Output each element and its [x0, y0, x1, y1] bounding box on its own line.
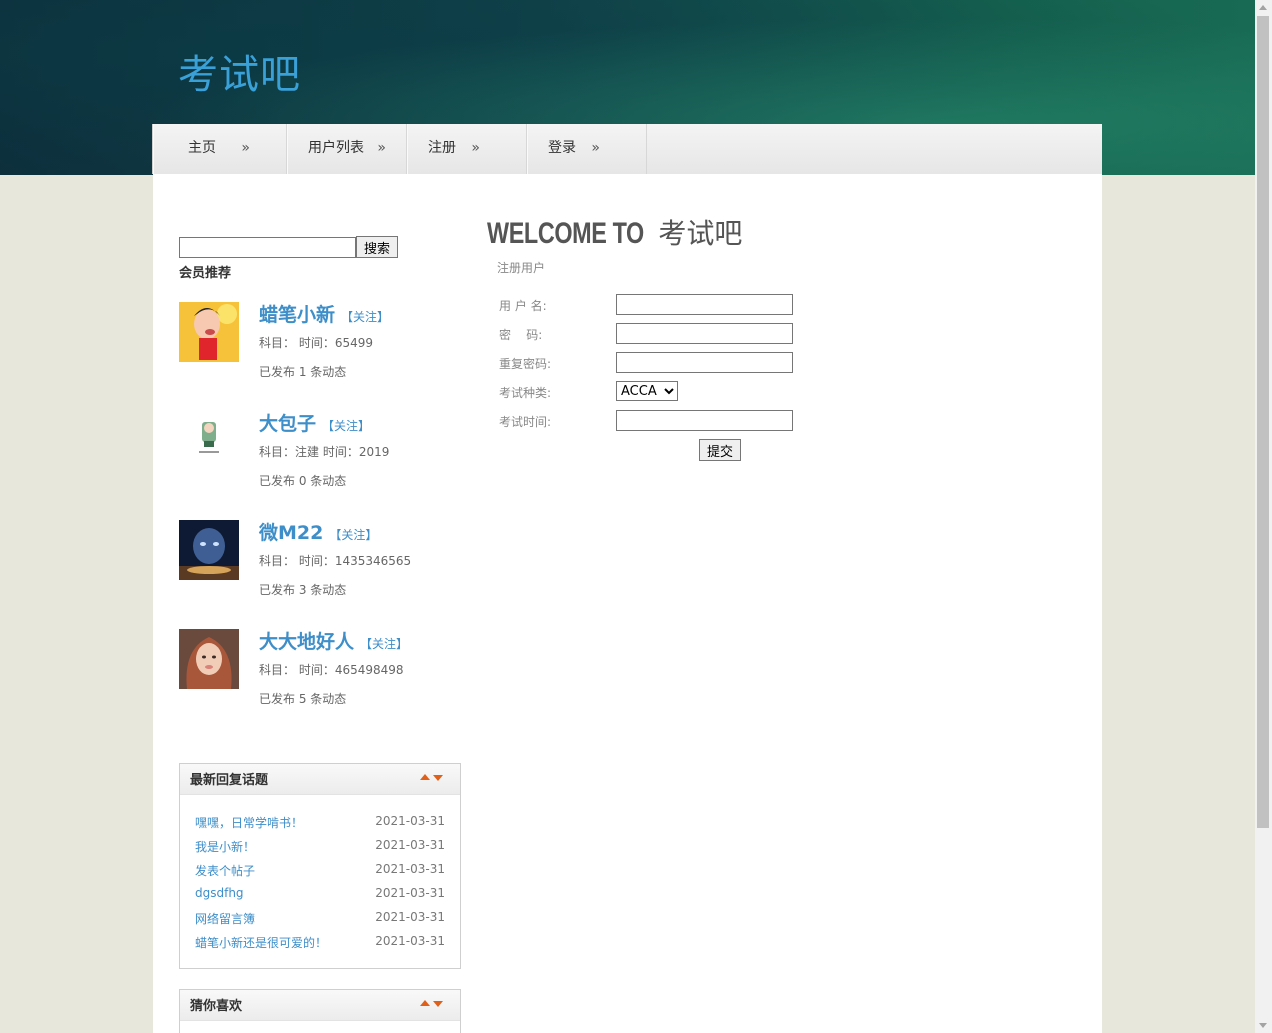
- member-info: 科目：注建 时间：2019: [259, 445, 390, 459]
- repeat-password-label: 重复密码:: [499, 357, 552, 371]
- topic-date: 2021-03-31: [375, 934, 445, 948]
- topic-link[interactable]: 发表个帖子: [195, 862, 255, 879]
- avatar[interactable]: [179, 302, 239, 362]
- exam-time-label: 考试时间:: [499, 415, 552, 429]
- scroll-thumb[interactable]: [1257, 16, 1269, 828]
- follow-button[interactable]: 【关注】: [360, 637, 408, 651]
- avatar-woman-portrait-image: [179, 629, 239, 689]
- member-posts: 已发布 0 条动态: [259, 474, 347, 488]
- box-toggle[interactable]: [420, 773, 446, 783]
- expand-down-icon[interactable]: [433, 1001, 443, 1007]
- collapse-up-icon[interactable]: [420, 774, 430, 780]
- box-toggle[interactable]: [420, 999, 446, 1009]
- scrollbar[interactable]: [1255, 0, 1272, 1033]
- username-label: 用 户 名:: [499, 299, 547, 313]
- nav-item-label: 用户列表: [308, 140, 364, 156]
- member-name: 大大地好人: [259, 631, 355, 653]
- list-item: 蜡笔小新还是很可爱的！ 2021-03-31: [195, 934, 445, 954]
- follow-button[interactable]: 【关注】: [329, 528, 377, 542]
- avatar[interactable]: [179, 629, 239, 689]
- follow-button[interactable]: 【关注】: [322, 419, 370, 433]
- member-posts: 已发布 3 条动态: [259, 583, 347, 597]
- member-name: 大包子: [259, 413, 317, 435]
- list-item: 网络留言簿 2021-03-31: [195, 910, 445, 930]
- member-name: 微M22: [259, 522, 324, 544]
- nav-item-label: 注册: [428, 140, 456, 156]
- scroll-down-icon[interactable]: [1259, 1023, 1267, 1028]
- exam-time-input[interactable]: [616, 410, 793, 431]
- collapse-up-icon[interactable]: [420, 1000, 430, 1006]
- list-item: 嘿嘿，日常学啃书！ 2021-03-31: [195, 814, 445, 834]
- nav-arrow-icon: »: [377, 140, 386, 156]
- repeat-password-input[interactable]: [616, 352, 793, 373]
- nav-item-label: 登录: [548, 140, 576, 156]
- nav-item-login[interactable]: 登录 »: [527, 124, 647, 174]
- member-card: 大包子 【关注】 科目：注建 时间：2019 已发布 0 条动态: [179, 411, 469, 511]
- welcome-site-name: 考试吧: [658, 217, 743, 250]
- nav-item-register[interactable]: 注册 »: [407, 124, 527, 174]
- topic-link[interactable]: 我是小新！: [195, 838, 255, 855]
- search-input[interactable]: [179, 237, 356, 258]
- topic-link[interactable]: 蜡笔小新还是很可爱的！: [195, 934, 327, 951]
- nav-item-label: 主页: [188, 140, 216, 156]
- member-posts: 已发布 1 条动态: [259, 365, 347, 379]
- member-info: 科目： 时间：1435346565: [259, 554, 412, 568]
- topic-date: 2021-03-31: [375, 838, 445, 852]
- topic-date: 2021-03-31: [375, 862, 445, 876]
- avatar[interactable]: [179, 411, 239, 471]
- nav-arrow-icon: »: [241, 140, 250, 156]
- member-info: 科目： 时间：65499: [259, 336, 373, 350]
- topic-link[interactable]: 嘿嘿，日常学啃书！: [195, 814, 303, 831]
- member-name-link[interactable]: 微M22 【关注】: [259, 518, 377, 545]
- password-input[interactable]: [616, 323, 793, 344]
- list-item: 我是小新！ 2021-03-31: [195, 838, 445, 858]
- username-input[interactable]: [616, 294, 793, 315]
- avatar-dark-portrait-image: [179, 520, 239, 580]
- member-card: 大大地好人 【关注】 科目： 时间：465498498 已发布 5 条动态: [179, 629, 469, 729]
- topic-date: 2021-03-31: [375, 814, 445, 828]
- scroll-up-icon[interactable]: [1259, 5, 1267, 10]
- box-header: 猜你喜欢: [180, 990, 460, 1021]
- nav-item-user-list[interactable]: 用户列表 »: [287, 124, 407, 174]
- site-logo[interactable]: 考试吧: [178, 42, 301, 100]
- member-info: 科目： 时间：465498498: [259, 663, 404, 677]
- page-title: WELCOME TO 考试吧: [487, 212, 742, 252]
- member-posts: 已发布 5 条动态: [259, 692, 347, 706]
- nav-arrow-icon: »: [471, 140, 480, 156]
- submit-button[interactable]: 提交: [699, 439, 741, 461]
- topic-date: 2021-03-31: [375, 910, 445, 924]
- box-title: 猜你喜欢: [190, 999, 243, 1014]
- follow-button[interactable]: 【关注】: [341, 310, 389, 324]
- member-name-link[interactable]: 蜡笔小新 【关注】: [259, 300, 389, 327]
- member-card: 微M22 【关注】 科目： 时间：1435346565 已发布 3 条动态: [179, 520, 469, 620]
- form-subtitle: 注册用户: [497, 261, 546, 275]
- exam-type-select[interactable]: ACCA: [616, 381, 678, 401]
- member-name-link[interactable]: 大大地好人 【关注】: [259, 627, 408, 654]
- member-card: 蜡笔小新 【关注】 科目： 时间：65499 已发布 1 条动态: [179, 302, 469, 402]
- nav-item-home[interactable]: 主页 »: [153, 124, 287, 174]
- member-name: 蜡笔小新: [259, 304, 336, 326]
- expand-down-icon[interactable]: [433, 775, 443, 781]
- avatar-small-figure-image: [179, 411, 239, 471]
- avatar-crayon-shin-chan-image: [179, 302, 239, 362]
- list-item: dgsdfhg 2021-03-31: [195, 886, 445, 906]
- list-item: 发表个帖子 2021-03-31: [195, 862, 445, 882]
- box-title: 最新回复话题: [190, 773, 269, 788]
- topic-link[interactable]: 网络留言簿: [195, 910, 255, 927]
- main-nav: 主页 » 用户列表 » 注册 » 登录 »: [152, 124, 1102, 174]
- topic-date: 2021-03-31: [375, 886, 445, 900]
- box-header: 最新回复话题: [180, 764, 460, 795]
- nav-arrow-icon: »: [591, 140, 600, 156]
- guess-you-like-box: 猜你喜欢: [179, 989, 461, 1033]
- member-name-link[interactable]: 大包子 【关注】: [259, 409, 370, 436]
- latest-topics-box: 最新回复话题 嘿嘿，日常学啃书！ 2021-03-31 我是小新！ 2021-0…: [179, 763, 461, 969]
- welcome-text: WELCOME TO: [487, 217, 644, 250]
- members-title: 会员推荐: [179, 266, 232, 281]
- topic-link[interactable]: dgsdfhg: [195, 886, 244, 900]
- avatar[interactable]: [179, 520, 239, 580]
- exam-type-label: 考试种类:: [499, 386, 552, 400]
- password-label: 密 码:: [499, 328, 543, 342]
- search-button[interactable]: 搜索: [356, 236, 398, 258]
